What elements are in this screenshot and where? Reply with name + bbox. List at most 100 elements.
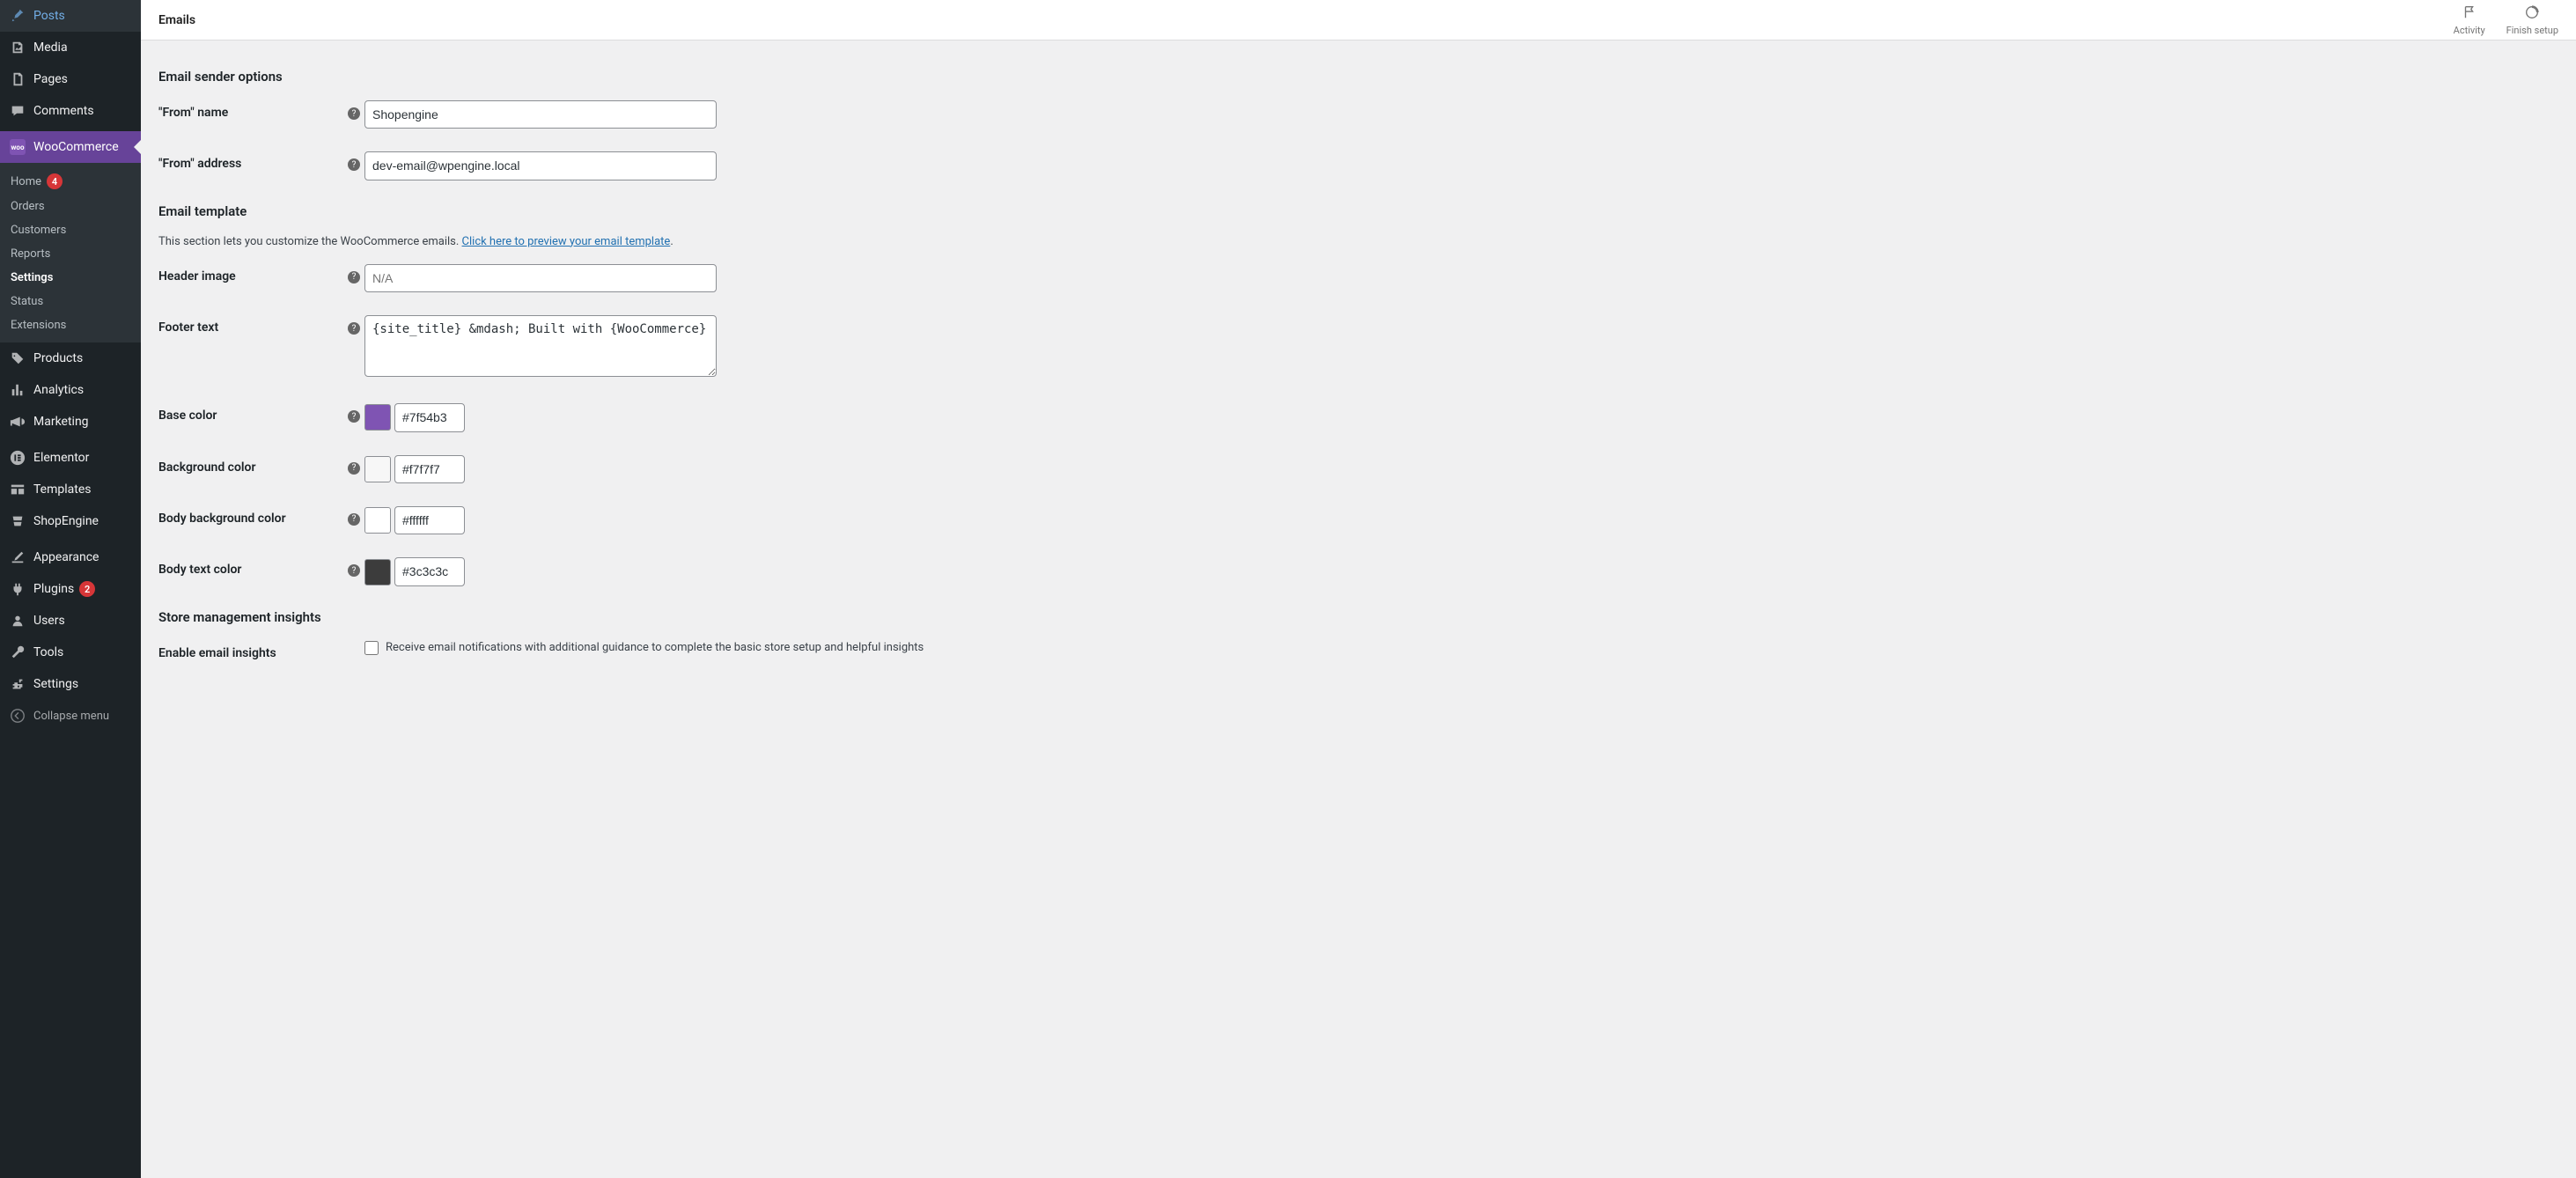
sidebar-item-woocommerce[interactable]: woo WooCommerce [0, 131, 141, 163]
preview-template-link[interactable]: Click here to preview your email templat… [462, 235, 671, 248]
sidebar-item-settings[interactable]: Settings [0, 668, 141, 700]
sidebar-item-users[interactable]: Users [0, 605, 141, 637]
elementor-icon [9, 449, 26, 467]
pin-icon [9, 7, 26, 25]
body-bg-color-swatch[interactable] [364, 507, 391, 534]
sidebar-item-label: Appearance [33, 550, 99, 564]
section-sender-heading: Email sender options [158, 69, 2558, 85]
body-text-color-swatch[interactable] [364, 559, 391, 585]
settings-icon [9, 675, 26, 693]
from-name-label: "From" name [158, 100, 343, 120]
admin-sidebar: Posts Media Pages Comments woo WooCommer [0, 0, 141, 1178]
help-icon[interactable]: ? [348, 158, 360, 171]
sidebar-item-elementor[interactable]: Elementor [0, 442, 141, 474]
help-icon[interactable]: ? [348, 513, 360, 526]
submenu-label: Customers [11, 224, 66, 237]
insights-enable-checkbox[interactable] [364, 641, 379, 655]
help-icon[interactable]: ? [348, 462, 360, 475]
activity-button[interactable]: Activity [2454, 4, 2485, 36]
help-icon[interactable]: ? [348, 410, 360, 423]
body-text-color-input[interactable] [394, 557, 465, 585]
sidebar-item-posts[interactable]: Posts [0, 0, 141, 32]
topbar: Emails Activity Finish setup [141, 0, 2576, 40]
comments-icon [9, 102, 26, 120]
sidebar-item-label: Elementor [33, 451, 89, 465]
sidebar-item-marketing[interactable]: Marketing [0, 406, 141, 438]
base-color-input[interactable] [394, 403, 465, 431]
submenu-orders[interactable]: Orders [0, 195, 141, 218]
header-image-input[interactable] [364, 264, 717, 292]
badge-count: 4 [47, 173, 63, 189]
sidebar-item-pages[interactable]: Pages [0, 63, 141, 95]
submenu-label: Home [11, 175, 41, 188]
submenu-reports[interactable]: Reports [0, 242, 141, 266]
sidebar-item-label: Collapse menu [33, 710, 109, 723]
from-address-input[interactable] [364, 151, 717, 180]
woocommerce-icon: woo [9, 138, 26, 156]
submenu-label: Extensions [11, 319, 66, 332]
analytics-icon [9, 381, 26, 399]
sidebar-item-media[interactable]: Media [0, 32, 141, 63]
plugins-icon [9, 580, 26, 598]
sidebar-item-templates[interactable]: Templates [0, 474, 141, 505]
products-icon [9, 350, 26, 367]
footer-text-label: Footer text [158, 315, 343, 335]
marketing-icon [9, 413, 26, 431]
template-description: This section lets you customize the WooC… [158, 235, 2558, 248]
sidebar-item-shopengine[interactable]: ShopEngine [0, 505, 141, 537]
section-template-heading: Email template [158, 203, 2558, 219]
pages-icon [9, 70, 26, 88]
submenu-customers[interactable]: Customers [0, 218, 141, 242]
help-icon[interactable]: ? [348, 271, 360, 283]
users-icon [9, 612, 26, 629]
settings-content: Email sender options "From" name ? "From… [141, 40, 2576, 701]
shopengine-icon [9, 512, 26, 530]
finish-setup-button[interactable]: Finish setup [2506, 4, 2558, 36]
sidebar-item-label: Templates [33, 482, 92, 497]
help-icon[interactable]: ? [348, 107, 360, 120]
body-bg-color-input[interactable] [394, 506, 465, 534]
insights-enable-desc: Receive email notifications with additio… [386, 641, 924, 654]
badge-count: 2 [79, 581, 95, 597]
submenu-settings[interactable]: Settings [0, 266, 141, 290]
bg-color-swatch[interactable] [364, 456, 391, 482]
flag-icon [2462, 4, 2477, 24]
sidebar-item-products[interactable]: Products [0, 342, 141, 374]
sidebar-item-comments[interactable]: Comments [0, 95, 141, 127]
submenu-label: Settings [11, 271, 53, 284]
submenu-extensions[interactable]: Extensions [0, 313, 141, 337]
help-icon[interactable]: ? [348, 322, 360, 335]
base-color-swatch[interactable] [364, 404, 391, 431]
sidebar-item-label: Pages [33, 72, 68, 86]
submenu-label: Status [11, 295, 43, 308]
submenu-home[interactable]: Home 4 [0, 168, 141, 195]
footer-text-input[interactable] [364, 315, 717, 377]
help-icon[interactable]: ? [348, 564, 360, 577]
bg-color-input[interactable] [394, 455, 465, 483]
sidebar-item-label: Media [33, 40, 68, 55]
submenu-status[interactable]: Status [0, 290, 141, 313]
header-image-label: Header image [158, 264, 343, 283]
sidebar-item-appearance[interactable]: Appearance [0, 541, 141, 573]
section-insights-heading: Store management insights [158, 609, 2558, 625]
sidebar-item-tools[interactable]: Tools [0, 637, 141, 668]
media-icon [9, 39, 26, 56]
sidebar-collapse[interactable]: Collapse menu [0, 700, 141, 732]
bg-color-label: Background color [158, 455, 343, 475]
sidebar-item-plugins[interactable]: Plugins 2 [0, 573, 141, 605]
collapse-icon [9, 707, 26, 725]
sidebar-item-label: Plugins [33, 582, 74, 596]
topbar-action-label: Activity [2454, 25, 2485, 36]
topbar-action-label: Finish setup [2506, 25, 2558, 36]
sidebar-item-label: Comments [33, 104, 94, 118]
appearance-icon [9, 549, 26, 566]
sidebar-item-label: Products [33, 351, 83, 365]
sidebar-item-analytics[interactable]: Analytics [0, 374, 141, 406]
sidebar-item-label: Settings [33, 677, 78, 691]
submenu-label: Reports [11, 247, 50, 261]
template-desc-text: This section lets you customize the WooC… [158, 235, 462, 248]
from-name-input[interactable] [364, 100, 717, 129]
progress-icon [2524, 4, 2540, 24]
sidebar-item-label: Tools [33, 645, 63, 659]
sidebar-item-label: Analytics [33, 383, 84, 397]
